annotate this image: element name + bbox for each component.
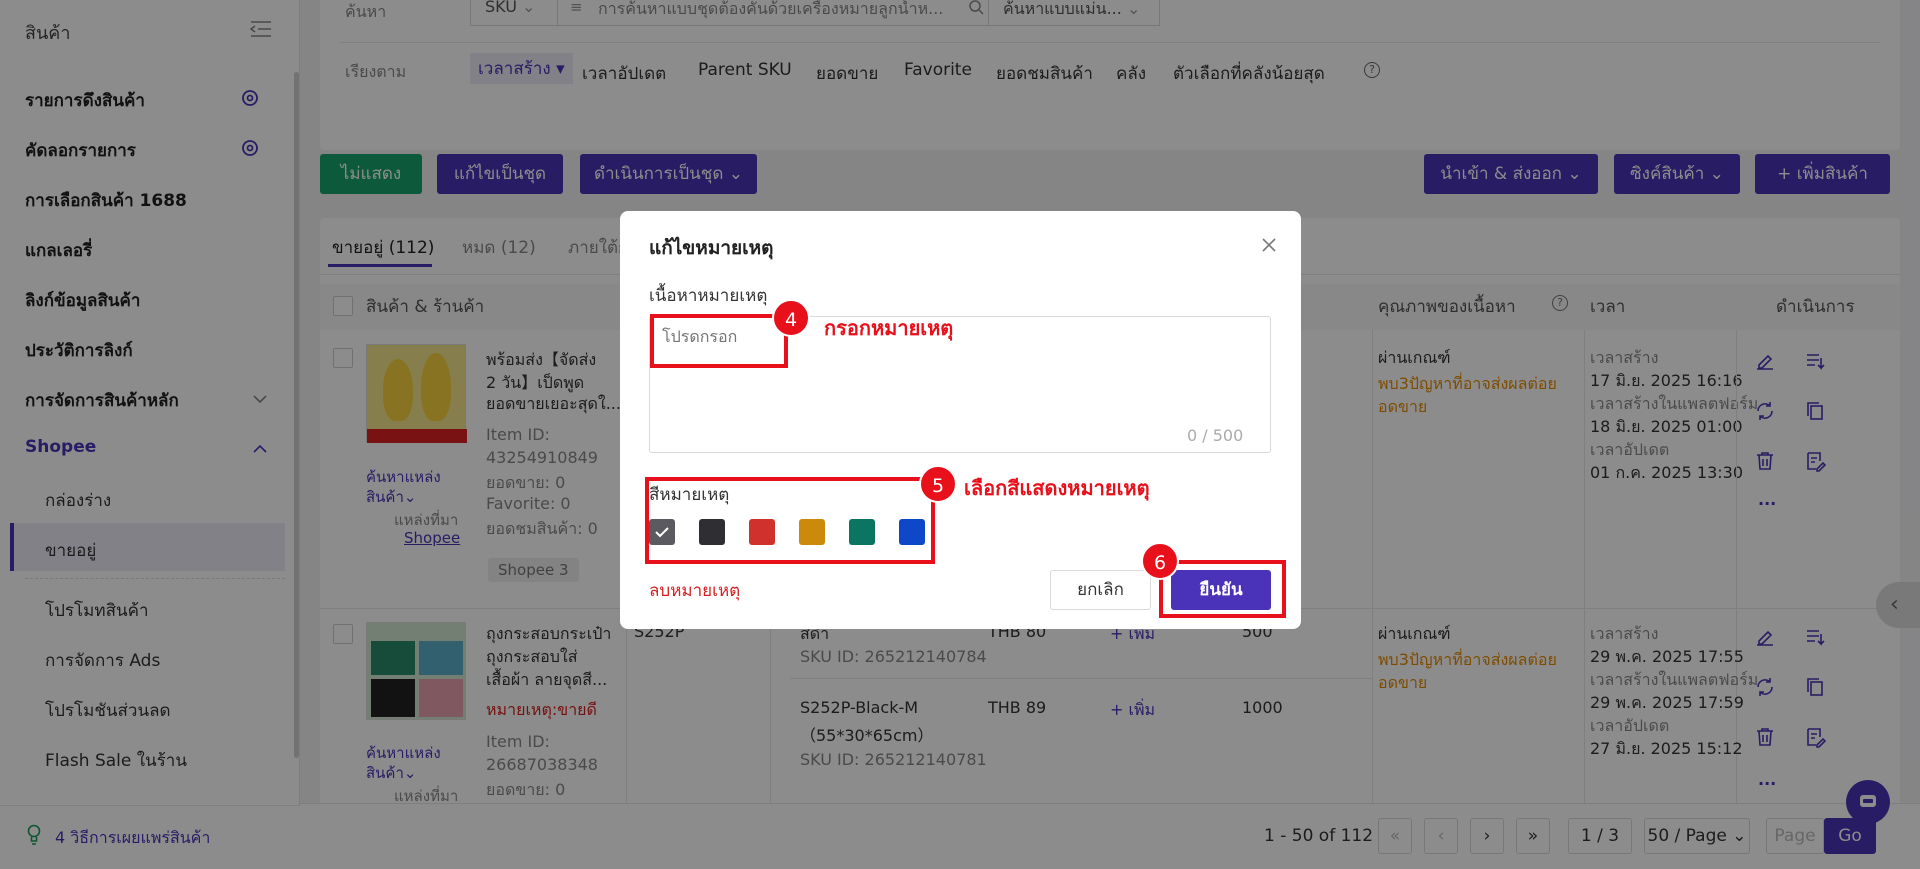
delete-note-link[interactable]: ลบหมายเหตุ <box>649 577 740 604</box>
close-icon[interactable] <box>1260 236 1278 254</box>
step-badge: 5 <box>919 465 957 503</box>
annotation-box-confirm <box>1159 560 1286 618</box>
annotation-text: เลือกสีแสดงหมายเหตุ <box>964 476 1150 500</box>
app-root: สินค้า รายการดึงสินค้า คัดลอกรายการ การเ… <box>0 0 1920 869</box>
step-badge: 4 <box>772 299 810 337</box>
step-badge: 6 <box>1141 542 1179 580</box>
char-counter: 0 / 500 <box>1187 426 1244 445</box>
dialog-title: แก้ไขหมายเหตุ <box>649 237 774 259</box>
annotation-box-content <box>650 314 788 368</box>
annotation-text: กรอกหมายเหตุ <box>824 316 954 340</box>
note-content-label: เนื้อหาหมายเหตุ <box>649 286 768 306</box>
annotation-box-color <box>645 477 935 564</box>
cancel-button[interactable]: ยกเลิก <box>1050 570 1151 610</box>
